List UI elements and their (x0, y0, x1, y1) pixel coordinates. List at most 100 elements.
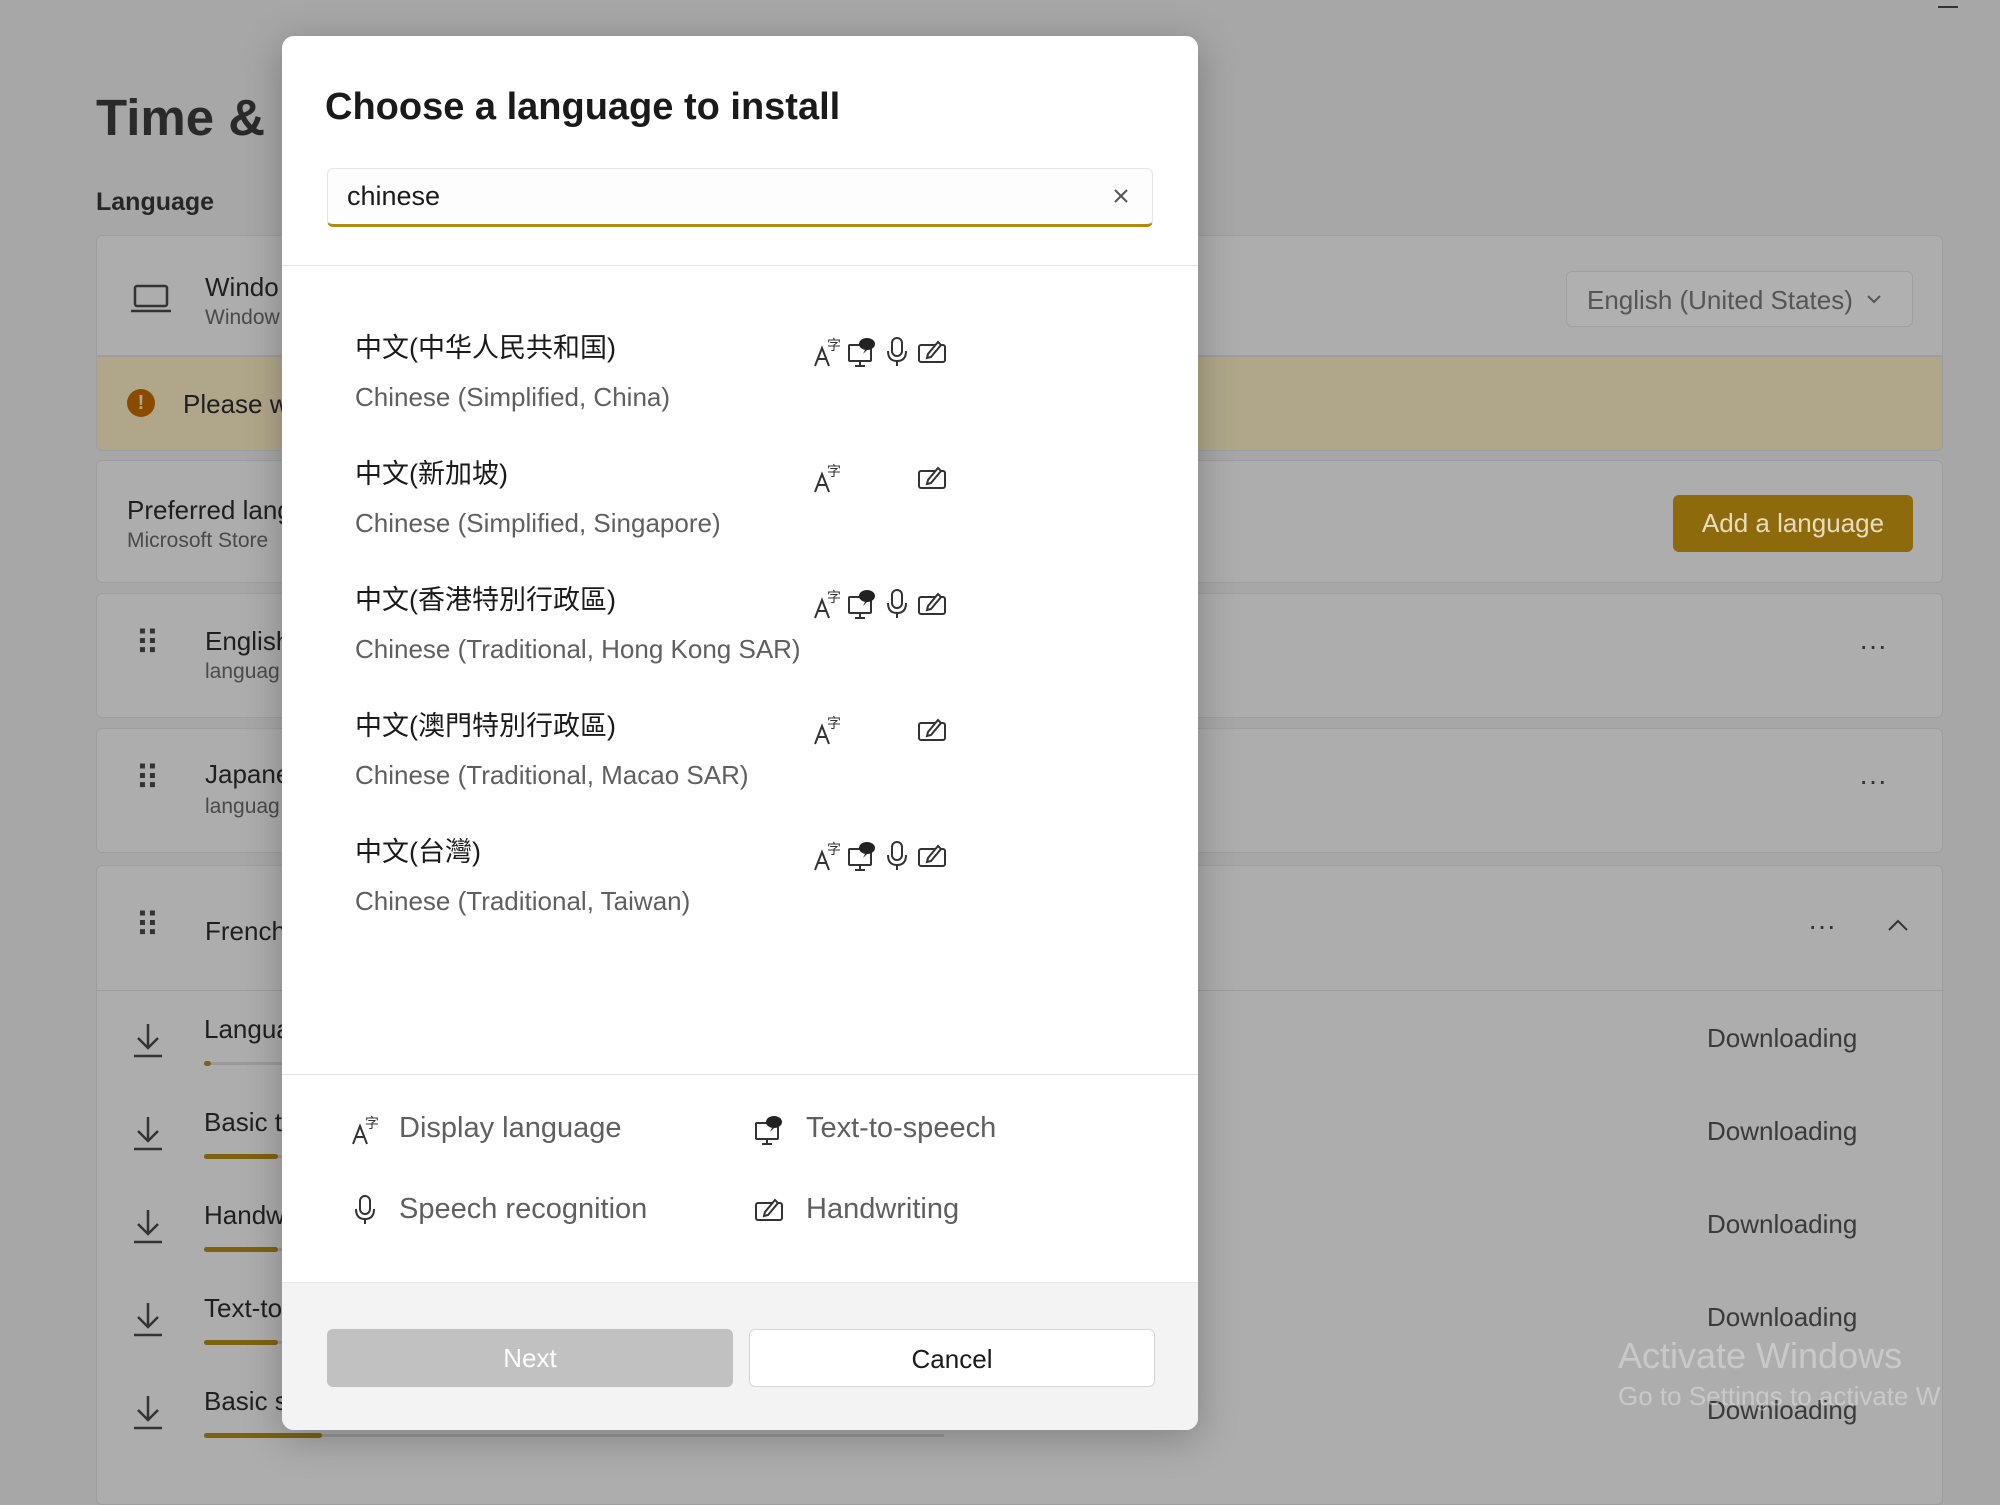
feature-label: Basic s (204, 1386, 288, 1416)
language-sub: languag (205, 660, 280, 683)
handwriting-icon (917, 588, 947, 620)
english-name: Chinese (Traditional, Taiwan) (355, 886, 691, 916)
language-search-box[interactable] (327, 168, 1153, 227)
svg-text:字: 字 (827, 590, 841, 606)
language-sub: languag (205, 795, 280, 818)
chevron-down-icon (1867, 295, 1881, 304)
drag-handle-icon[interactable]: ⠿ (135, 759, 160, 799)
legend-handwriting: Handwriting (806, 1193, 960, 1225)
language-result-item[interactable]: 中文(台灣) Chinese (Traditional, Taiwan) 字 (282, 830, 1198, 956)
feature-status: Downloading (1707, 1209, 1858, 1239)
feature-label: Text-to (204, 1293, 283, 1323)
card-subtitle: Window (205, 306, 280, 329)
activate-windows-watermark: Activate Windows Go to Settings to activ… (1618, 1335, 1940, 1412)
svg-text:字: 字 (827, 716, 841, 732)
progress-bar (204, 1340, 278, 1345)
more-options-icon[interactable]: ··· (1859, 630, 1887, 662)
text-to-speech-icon (754, 1114, 784, 1146)
handwriting-icon (917, 840, 947, 872)
dialog-title: Choose a language to install (325, 86, 841, 128)
watermark-line1: Activate Windows (1618, 1335, 1903, 1376)
language-name: Japane (205, 759, 291, 789)
next-button[interactable]: Next (327, 1329, 733, 1387)
page-title: Time & l (96, 89, 294, 146)
card-title: Windo (205, 272, 279, 302)
divider (282, 1074, 1198, 1075)
drag-handle-icon[interactable]: ⠿ (135, 624, 160, 664)
progress-bar (204, 1154, 278, 1159)
english-name: Chinese (Simplified, Singapore) (355, 508, 721, 538)
minimize-icon[interactable] (1938, 6, 1958, 8)
display-language-icon: 字 (812, 840, 842, 872)
handwriting-icon (754, 1194, 784, 1226)
feature-label: Langua (204, 1014, 291, 1044)
clear-search-icon[interactable] (1108, 183, 1134, 209)
more-options-icon[interactable]: ··· (1859, 765, 1887, 797)
language-result-item[interactable]: 中文(澳門特別行政區) Chinese (Traditional, Macao … (282, 704, 1198, 830)
text-to-speech-icon (847, 336, 877, 368)
choose-language-dialog: Choose a language to install 中文(中华人民共和国)… (282, 36, 1198, 1430)
text-to-speech-icon (847, 840, 877, 872)
warning-text: Please w (183, 389, 289, 419)
svg-text:字: 字 (827, 842, 841, 858)
chevron-up-icon[interactable] (1887, 918, 1909, 932)
display-language-icon: 字 (812, 714, 842, 746)
language-result-item[interactable]: 中文(新加坡) Chinese (Simplified, Singapore) 字 (282, 452, 1198, 578)
english-name: Chinese (Simplified, China) (355, 382, 671, 412)
laptop-icon (131, 284, 171, 313)
text-to-speech-icon (847, 588, 877, 620)
native-name: 中文(台灣) (355, 837, 481, 867)
handwriting-icon (917, 336, 947, 368)
card-title: Preferred lang (127, 495, 292, 525)
download-icon (134, 1210, 162, 1244)
feature-status: Downloading (1707, 1302, 1858, 1332)
legend-text-to-speech: Text-to-speech (806, 1112, 997, 1144)
native-name: 中文(香港特別行政區) (355, 585, 616, 615)
svg-text:字: 字 (827, 338, 841, 354)
feature-status: Downloading (1707, 1116, 1858, 1146)
svg-text:字: 字 (365, 1116, 379, 1132)
watermark-line2: Go to Settings to activate W (1618, 1381, 1941, 1411)
handwriting-icon (917, 462, 947, 494)
download-icon (134, 1024, 162, 1058)
language-name: English (205, 626, 291, 656)
native-name: 中文(中华人民共和国) (355, 333, 616, 363)
native-name: 中文(新加坡) (355, 459, 508, 489)
speech-recognition-icon (882, 588, 912, 620)
legend-speech-recognition: Speech recognition (399, 1193, 648, 1225)
feature-label: Basic t (204, 1107, 283, 1137)
progress-bar (204, 1247, 278, 1252)
english-name: Chinese (Traditional, Macao SAR) (355, 760, 749, 790)
svg-text:字: 字 (827, 464, 841, 480)
legend-display-language: Display language (399, 1112, 622, 1144)
cancel-button[interactable]: Cancel (749, 1329, 1155, 1387)
dialog-footer: Next Cancel (282, 1282, 1198, 1430)
display-language-icon: 字 (812, 462, 842, 494)
display-language-icon: 字 (350, 1114, 380, 1146)
dropdown-value: English (United States) (1587, 285, 1853, 315)
progress-bar (204, 1061, 212, 1066)
download-icon (134, 1303, 162, 1337)
display-language-icon: 字 (812, 336, 842, 368)
more-options-icon[interactable]: ··· (1808, 910, 1836, 942)
speech-recognition-icon (350, 1194, 380, 1226)
card-subtitle: Microsoft Store (127, 529, 269, 552)
language-result-item[interactable]: 中文(中华人民共和国) Chinese (Simplified, China) 字 (282, 326, 1198, 452)
download-icon (134, 1117, 162, 1151)
display-language-icon: 字 (812, 588, 842, 620)
divider (282, 265, 1198, 266)
english-name: Chinese (Traditional, Hong Kong SAR) (355, 634, 801, 664)
warning-icon: ! (127, 389, 155, 417)
speech-recognition-icon (882, 336, 912, 368)
add-language-button[interactable]: Add a language (1673, 495, 1913, 552)
speech-recognition-icon (882, 840, 912, 872)
search-input[interactable] (347, 181, 1087, 212)
section-label: Language (96, 188, 215, 216)
handwriting-icon (917, 714, 947, 746)
native-name: 中文(澳門特別行政區) (355, 711, 616, 741)
language-result-item[interactable]: 中文(香港特別行政區) Chinese (Traditional, Hong K… (282, 578, 1198, 704)
download-icon (134, 1396, 162, 1430)
language-name: French (205, 916, 286, 946)
display-language-dropdown[interactable]: English (United States) (1566, 271, 1913, 327)
drag-handle-icon[interactable]: ⠿ (135, 906, 160, 946)
